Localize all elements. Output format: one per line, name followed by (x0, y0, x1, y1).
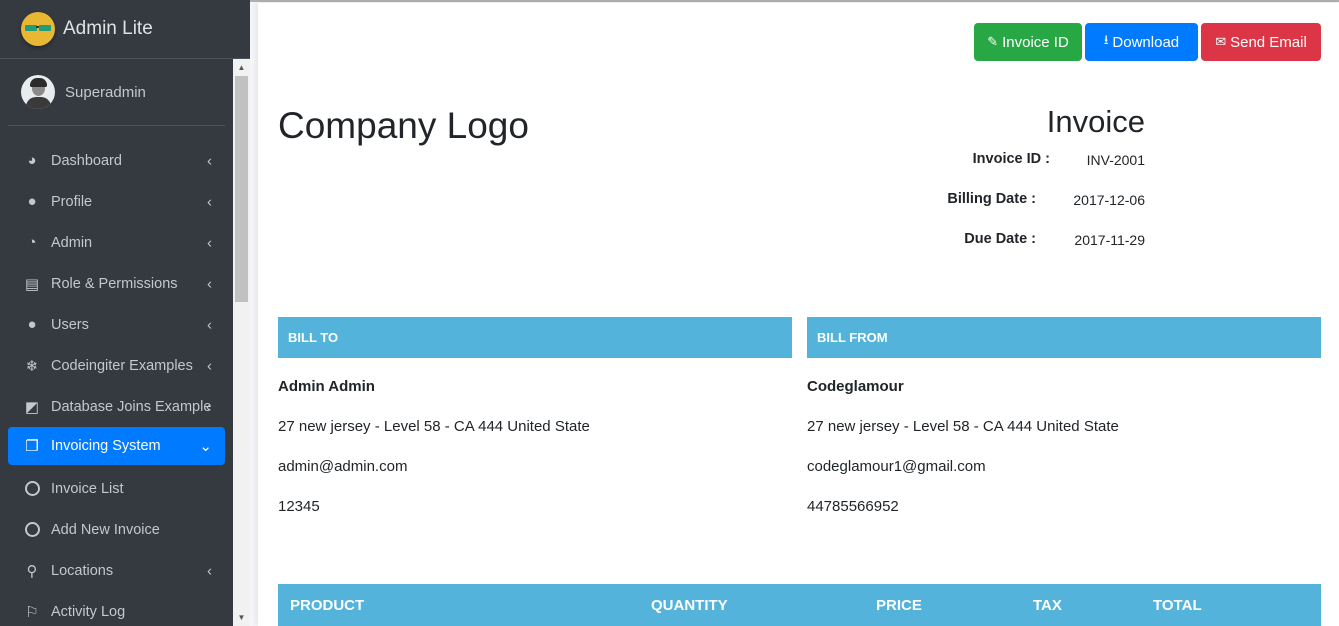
company-logo: Company Logo (278, 105, 529, 146)
send-email-button-label: Send Email (1230, 33, 1307, 51)
invoice-title: Invoice (1046, 104, 1145, 139)
brand-name: Admin Lite (63, 18, 153, 39)
chevron-left-icon: ‹ (207, 193, 212, 210)
invoice-card: ✎ Invoice ID ⭳ Download ✉ Send Email Com… (258, 3, 1339, 626)
chevron-left-icon: ‹ (207, 275, 212, 292)
pencil-icon: ✎ (987, 34, 999, 49)
billing-date-label: Billing Date : (947, 191, 1036, 207)
sidebar-item-activity-log[interactable]: ⚐ Activity Log (8, 591, 225, 626)
column-header-quantity: QUANTITY (651, 596, 728, 614)
invoice-id-value: INV-2001 (1086, 152, 1145, 168)
scrollbar-thumb[interactable] (235, 76, 248, 302)
bill-to-name: Admin Admin (278, 378, 375, 395)
sidebar-item-codeigniter-examples[interactable]: ❄ Codeingiter Examples ‹ (8, 345, 225, 386)
sidebar-item-profile[interactable]: ● Profile ‹ (8, 181, 225, 222)
bill-to-phone: 12345 (278, 498, 320, 515)
column-header-total: TOTAL (1153, 596, 1202, 614)
brand-logo-icon (21, 12, 55, 46)
sidebar-item-label: Role & Permissions (51, 275, 178, 292)
column-header-price: PRICE (876, 596, 922, 614)
scroll-up-icon[interactable]: ▲ (233, 59, 250, 76)
sidebar-item-invoicing-system[interactable]: ❐ Invoicing System ⌄ (8, 427, 225, 465)
users-icon: ● (27, 316, 37, 333)
send-email-button[interactable]: ✉ Send Email (1201, 23, 1321, 61)
sidebar-item-label: Admin (51, 234, 93, 251)
circle-icon (22, 479, 42, 499)
user-name: Superadmin (65, 83, 146, 101)
sidebar-scrollbar[interactable]: ▲ ▼ (233, 59, 250, 626)
bill-to-address: 27 new jersey - Level 58 - CA 444 United… (278, 418, 590, 435)
user-icon: ● (27, 193, 37, 210)
download-button-label: Download (1112, 33, 1180, 51)
sidebar-item-label: Codeingiter Examples (51, 357, 193, 374)
due-date-label: Due Date : (964, 231, 1036, 247)
sidebar-nav: ◕ Dashboard ‹ ● Profile ‹ ◔ Admin ‹ ▤ Ro… (8, 140, 225, 626)
avatar (21, 75, 55, 109)
chevron-left-icon: ‹ (207, 562, 212, 579)
circle-icon (22, 520, 42, 540)
bill-from-heading: BILL FROM (807, 317, 1321, 358)
flag-icon: ⚐ (25, 603, 39, 621)
sidebar-item-database-joins[interactable]: ◩ Database Joins Example ‹ (8, 386, 225, 427)
sidebar-item-label: Add New Invoice (51, 521, 160, 538)
sidebar-item-invoice-list[interactable]: Invoice List (8, 468, 225, 509)
snowflake-icon: ❄ (25, 357, 39, 375)
pie-chart-icon: ◔ (27, 234, 37, 251)
download-button[interactable]: ⭳ Download (1085, 23, 1198, 61)
chevron-left-icon: ‹ (207, 234, 212, 251)
column-header-product: PRODUCT (290, 596, 365, 614)
sidebar-item-dashboard[interactable]: ◕ Dashboard ‹ (8, 140, 225, 181)
invoice-id-button[interactable]: ✎ Invoice ID (974, 23, 1082, 61)
column-header-tax: TAX (1033, 596, 1062, 614)
main-content: ✎ Invoice ID ⭳ Download ✉ Send Email Com… (250, 0, 1339, 626)
bill-from-name: Codeglamour (807, 378, 904, 395)
bill-to-heading: BILL TO (278, 317, 792, 358)
sidebar-item-locations[interactable]: ⚲ Locations ‹ (8, 550, 225, 591)
chevron-left-icon: ‹ (207, 316, 212, 333)
due-date-value: 2017-11-29 (1074, 232, 1145, 248)
brand-link[interactable]: Admin Lite (0, 0, 250, 59)
download-icon: ⭳ (1103, 32, 1109, 47)
bill-from-phone: 44785566952 (807, 498, 899, 515)
envelope-icon: ✉ (1215, 34, 1227, 49)
sidebar-item-label: Database Joins Example (51, 398, 212, 415)
sidebar-item-role-permissions[interactable]: ▤ Role & Permissions ‹ (8, 263, 225, 304)
bill-from-address: 27 new jersey - Level 58 - CA 444 United… (807, 418, 1119, 435)
tachometer-icon: ◕ (27, 152, 37, 169)
book-icon: ▤ (24, 275, 40, 293)
sidebar-item-label: Dashboard (51, 152, 122, 169)
chevron-left-icon: ‹ (207, 357, 212, 374)
chevron-down-icon: ⌄ (199, 438, 212, 455)
external-link-icon: ◩ (24, 398, 40, 416)
sidebar-item-label: Invoice List (51, 480, 124, 497)
top-border (250, 0, 1339, 2)
copy-icon: ❐ (25, 438, 39, 455)
bill-from-email: codeglamour1@gmail.com (807, 458, 986, 475)
sidebar-item-label: Invoicing System (51, 438, 161, 454)
sidebar: Admin Lite Superadmin ◕ Dashboard ‹ ● Pr… (0, 0, 250, 626)
chevron-left-icon: ‹ (207, 152, 212, 169)
sidebar-item-admin[interactable]: ◔ Admin ‹ (8, 222, 225, 263)
user-panel[interactable]: Superadmin (8, 59, 225, 126)
sidebar-item-label: Activity Log (51, 603, 126, 620)
sidebar-item-add-new-invoice[interactable]: Add New Invoice (8, 509, 225, 550)
items-table-header: PRODUCT QUANTITY PRICE TAX TOTAL (278, 584, 1321, 626)
sidebar-item-label: Users (51, 316, 89, 333)
chevron-left-icon: ‹ (206, 398, 211, 415)
map-pin-icon: ⚲ (26, 562, 38, 580)
bill-to-email: admin@admin.com (278, 458, 408, 475)
sidebar-item-users[interactable]: ● Users ‹ (8, 304, 225, 345)
invoice-id-button-label: Invoice ID (1002, 33, 1069, 51)
scroll-down-icon[interactable]: ▼ (233, 609, 250, 626)
invoice-id-label: Invoice ID : (972, 151, 1050, 167)
billing-date-value: 2017-12-06 (1073, 192, 1145, 208)
sidebar-item-label: Locations (51, 562, 114, 579)
sidebar-item-label: Profile (51, 193, 93, 210)
